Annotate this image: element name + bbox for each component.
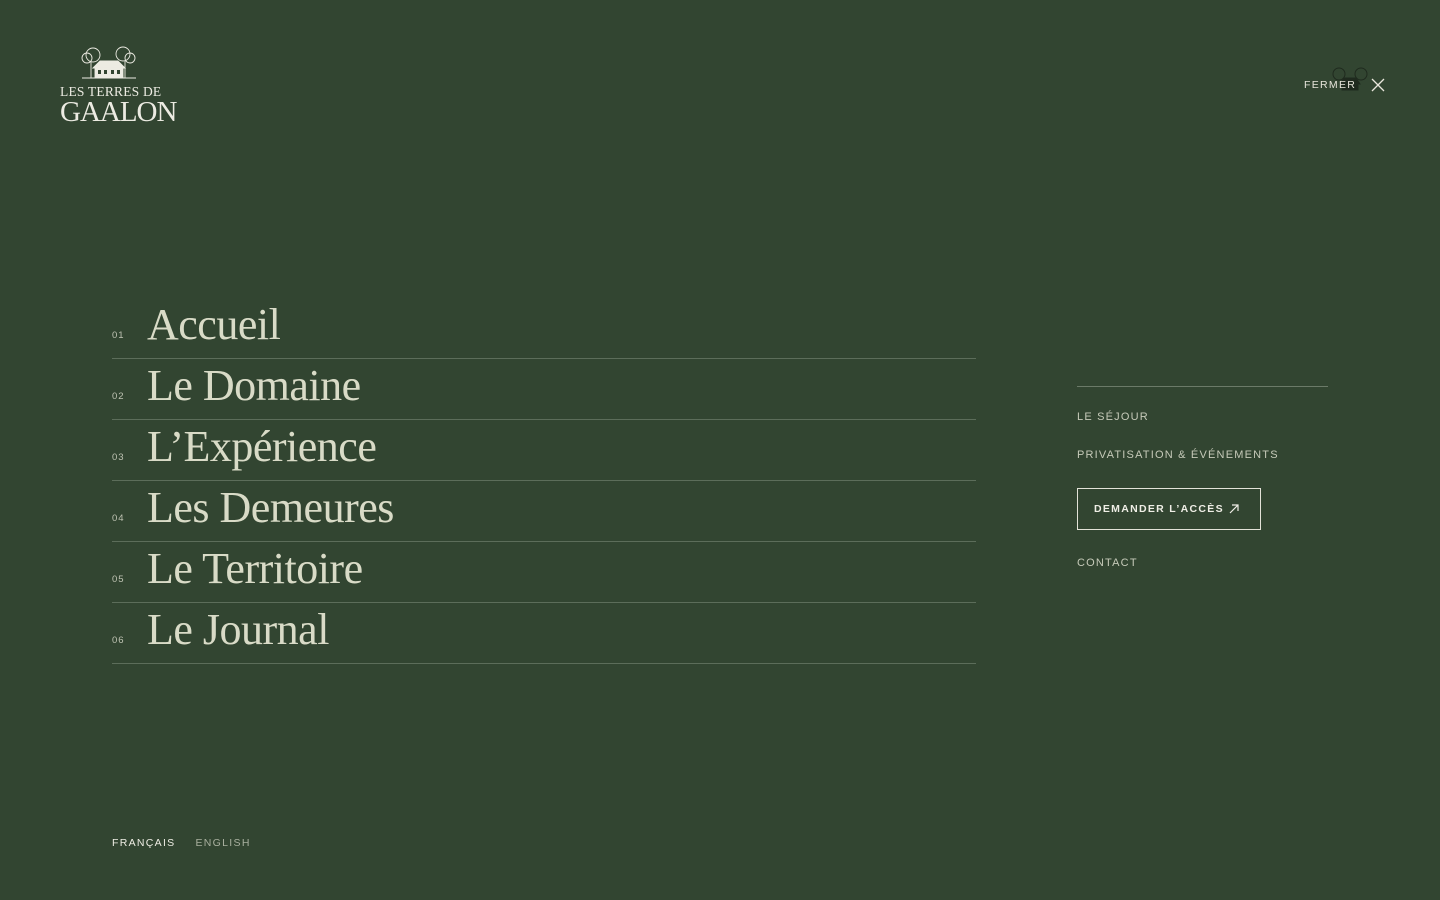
nav-item-les-demeures[interactable]: 04 Les Demeures: [112, 481, 976, 542]
nav-item-le-territoire[interactable]: 05 Le Territoire: [112, 542, 976, 603]
nav-item-label: Les Demeures: [147, 483, 394, 532]
chateau-trees-icon: [81, 46, 136, 79]
nav-item-le-journal[interactable]: 06 Le Journal: [112, 603, 976, 664]
language-francais[interactable]: FRANÇAIS: [112, 837, 176, 849]
arrow-up-right-icon: [1229, 504, 1239, 514]
language-switcher: FRANÇAIS ENGLISH: [112, 837, 251, 849]
nav-item-label: Le Territoire: [147, 544, 363, 593]
nav-item-number: 01: [112, 330, 125, 341]
brand-line2: GAALON: [60, 96, 177, 128]
nav-item-accueil[interactable]: 01 Accueil: [112, 298, 976, 359]
close-menu-button[interactable]: FERMER: [1304, 76, 1386, 94]
nav-item-l-experience[interactable]: 03 L’Expérience: [112, 420, 976, 481]
brand-logo[interactable]: LES TERRES DE GAALON: [60, 44, 177, 128]
nav-item-number: 05: [112, 574, 125, 585]
secondary-nav: LE SÉJOUR PRIVATISATION & ÉVÉNEMENTS DEM…: [1077, 386, 1328, 569]
divider: [1077, 386, 1328, 387]
nav-item-label: Accueil: [147, 300, 281, 349]
nav-item-label: L’Expérience: [147, 422, 377, 471]
nav-item-label: Le Journal: [147, 605, 329, 654]
language-english[interactable]: ENGLISH: [196, 837, 251, 849]
main-nav: 01 Accueil 02 Le Domaine 03 L’Expérience…: [112, 298, 976, 664]
nav-item-le-domaine[interactable]: 02 Le Domaine: [112, 359, 976, 420]
link-contact[interactable]: CONTACT: [1077, 557, 1138, 569]
nav-item-number: 06: [112, 635, 125, 646]
nav-item-number: 03: [112, 452, 125, 463]
request-access-label: DEMANDER L’ACCÈS: [1094, 503, 1224, 515]
close-icon: [1371, 78, 1385, 92]
nav-item-number: 04: [112, 513, 125, 524]
link-le-sejour[interactable]: LE SÉJOUR: [1077, 411, 1149, 423]
link-privatisation[interactable]: PRIVATISATION & ÉVÉNEMENTS: [1077, 449, 1279, 461]
close-label: FERMER: [1304, 79, 1357, 91]
nav-item-number: 02: [112, 391, 125, 402]
nav-item-label: Le Domaine: [147, 361, 361, 410]
request-access-button[interactable]: DEMANDER L’ACCÈS: [1077, 488, 1261, 530]
